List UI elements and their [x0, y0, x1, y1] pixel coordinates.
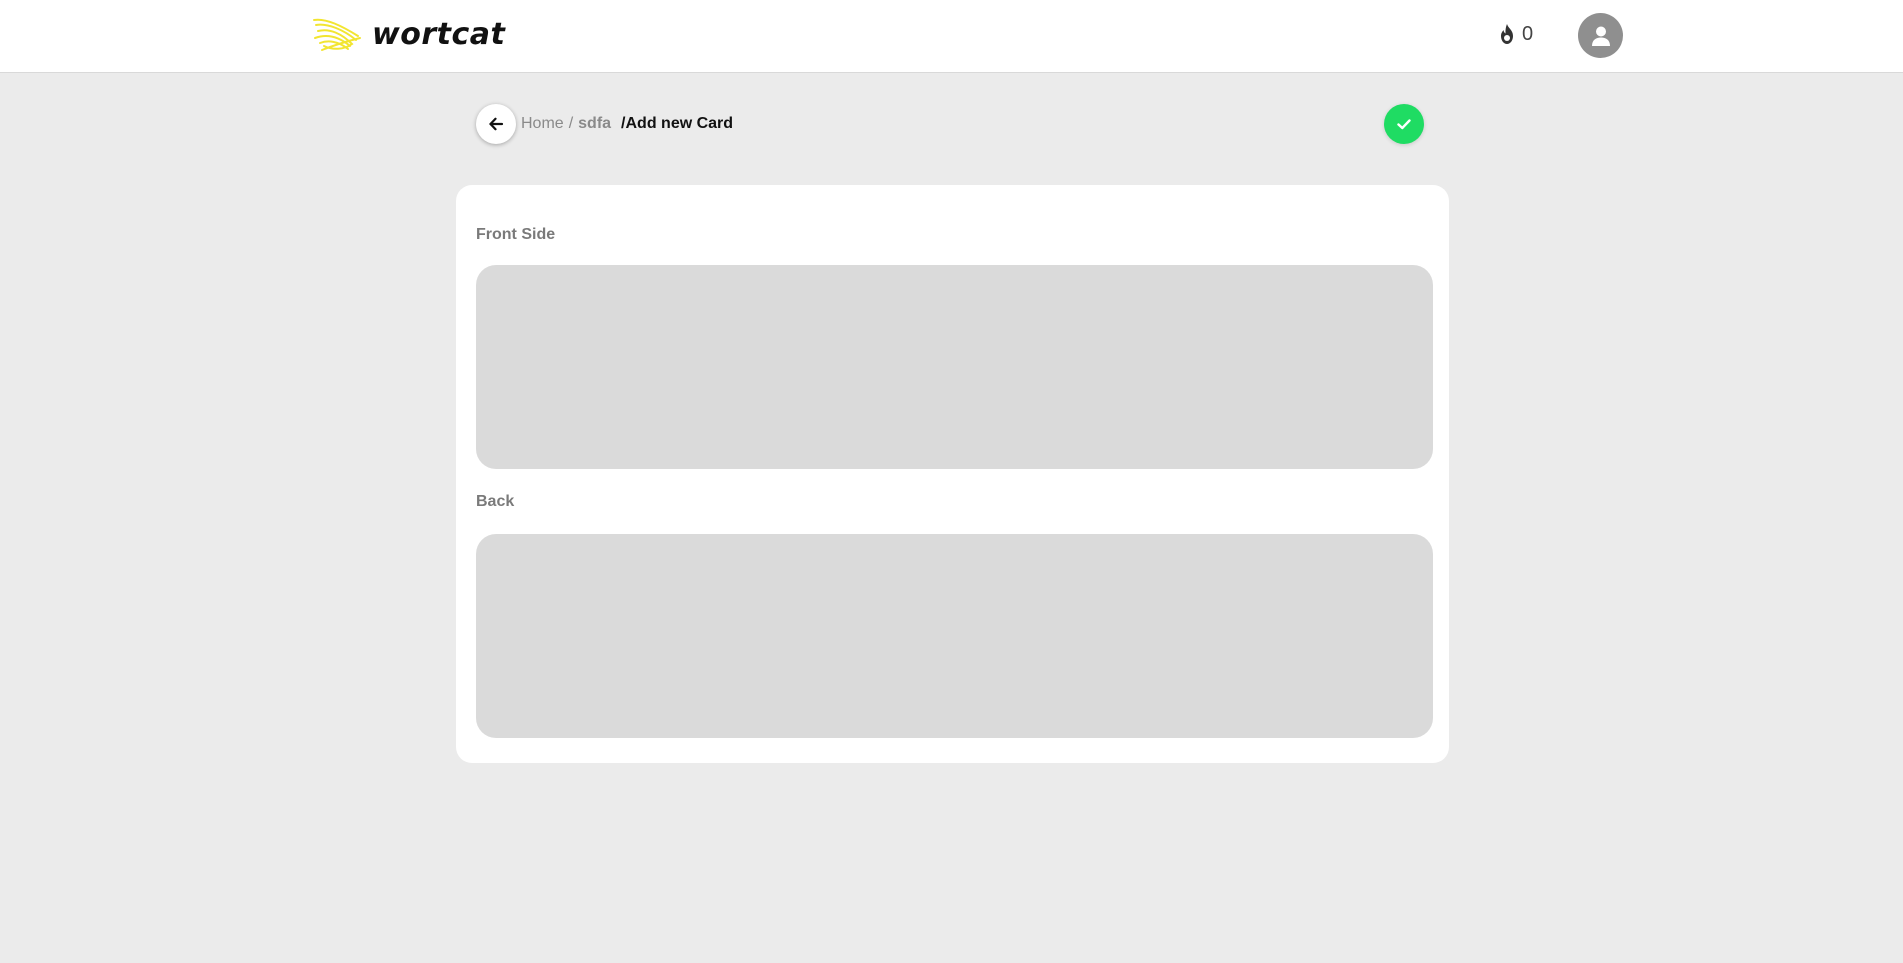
arrow-left-icon	[489, 117, 504, 131]
back-button[interactable]	[476, 104, 516, 144]
back-side-input[interactable]	[476, 534, 1433, 738]
breadcrumb-home-link[interactable]: Home	[521, 115, 564, 133]
check-icon	[1397, 119, 1411, 130]
front-side-input[interactable]	[476, 265, 1433, 469]
new-card-form: Front Side Back	[456, 185, 1449, 763]
brand-logo[interactable]: wortcat	[312, 14, 505, 54]
top-navbar: wortcat 0	[0, 0, 1903, 73]
breadcrumb-separator: /	[568, 115, 574, 132]
streak-counter: 0	[1497, 22, 1533, 46]
back-side-label: Back	[476, 493, 515, 510]
user-avatar-button[interactable]	[1578, 13, 1623, 58]
flame-icon	[1501, 24, 1513, 44]
front-side-label: Front Side	[476, 226, 556, 243]
brand-name: wortcat	[372, 16, 506, 52]
logo-scribble-icon	[313, 18, 361, 51]
breadcrumb-current-page: /Add new Card	[621, 115, 734, 132]
breadcrumb-bar: Home / sdfa /Add new Card	[476, 104, 1424, 144]
save-card-button[interactable]	[1384, 104, 1424, 144]
streak-count: 0	[1522, 22, 1534, 45]
breadcrumb-deck-link[interactable]: sdfa	[578, 115, 611, 133]
user-icon	[1591, 26, 1610, 46]
breadcrumb: Home / sdfa /Add new Card	[521, 104, 733, 144]
